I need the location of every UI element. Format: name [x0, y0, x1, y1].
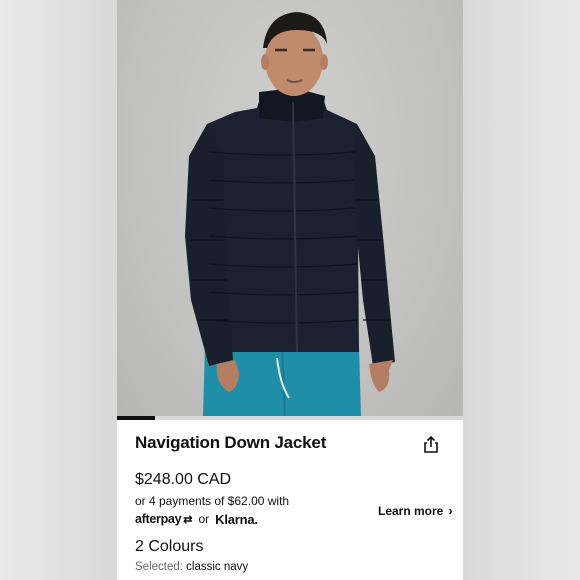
- gallery-progress-fill: [117, 416, 156, 420]
- product-page: Navigation Down Jacket $248.00 CAD or 4 …: [117, 0, 463, 580]
- learn-more-link[interactable]: Learn more ›: [378, 503, 453, 518]
- model-illustration: [185, 12, 395, 417]
- product-title: Navigation Down Jacket: [135, 433, 327, 452]
- gallery-progress-track: [117, 416, 463, 420]
- left-background: [0, 0, 117, 580]
- afterpay-logo: afterpay: [135, 512, 182, 526]
- chevron-right-icon: ›: [448, 503, 453, 518]
- product-image[interactable]: [117, 0, 463, 417]
- selected-colour: Selected: classic navy: [135, 561, 248, 573]
- payment-options: afterpay ⇄ or Klarna.: [135, 511, 258, 527]
- klarna-logo: Klarna.: [215, 511, 258, 527]
- installments-text: or 4 payments of $62.00 with: [135, 494, 290, 508]
- learn-more-label: Learn more: [378, 503, 444, 518]
- right-background: [463, 0, 580, 580]
- share-icon[interactable]: [421, 435, 441, 455]
- selected-colour-value: classic navy: [186, 561, 249, 573]
- afterpay-mark-icon: ⇄: [183, 513, 193, 526]
- colours-count: 2 Colours: [135, 538, 204, 555]
- or-label: or: [198, 512, 210, 526]
- selected-label: Selected:: [135, 561, 183, 573]
- product-price: $248.00 CAD: [135, 471, 232, 488]
